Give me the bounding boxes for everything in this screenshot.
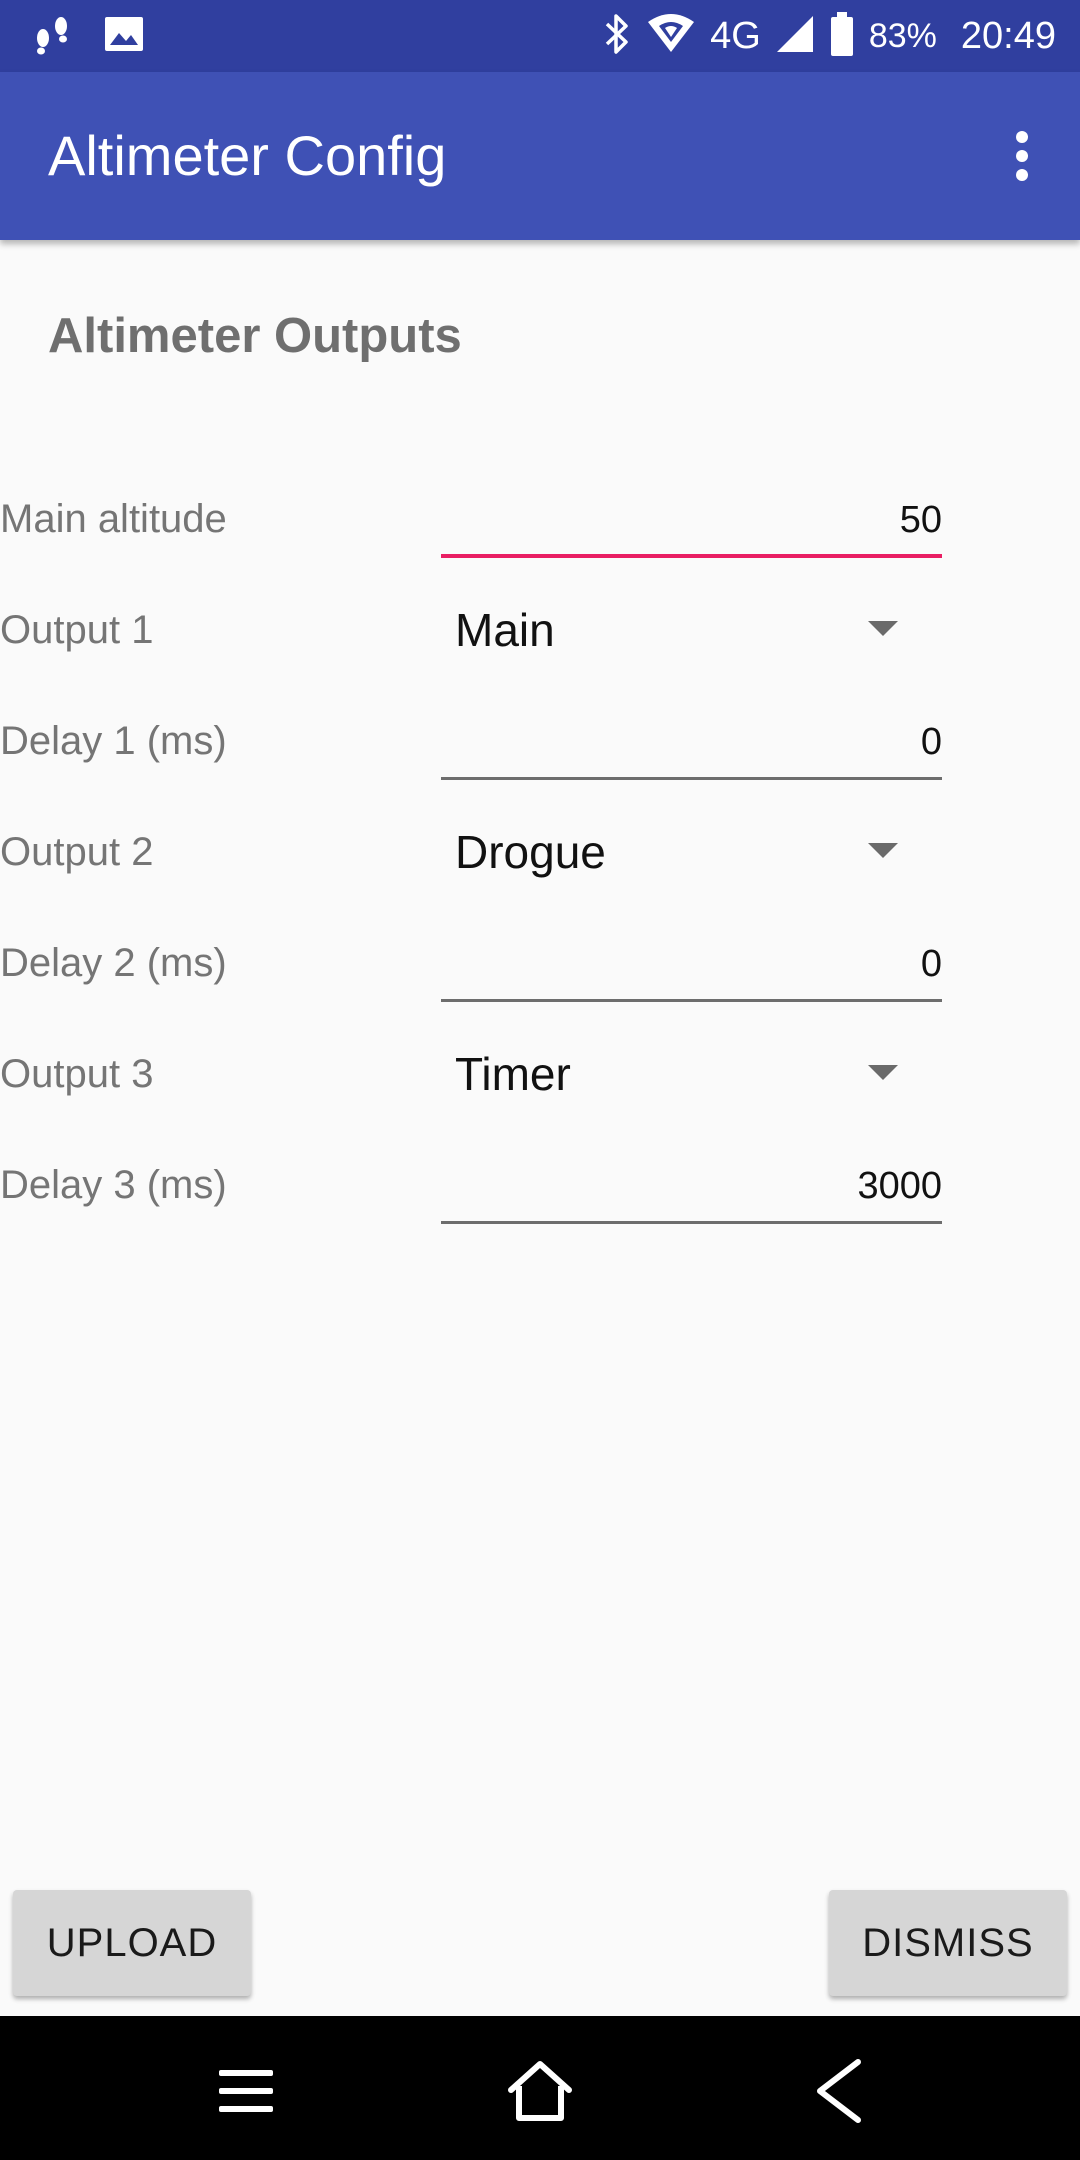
home-icon[interactable] xyxy=(505,2056,575,2126)
delay-1-label: Delay 1 (ms) xyxy=(0,719,227,763)
delay-1-input[interactable]: 0 xyxy=(441,704,942,780)
output-3-selected: Timer xyxy=(455,1048,571,1100)
delay-2-value: 0 xyxy=(920,943,942,985)
output-2-label: Output 2 xyxy=(0,830,154,874)
output-1-dropdown[interactable]: Main xyxy=(441,589,942,671)
output-2-dropdown[interactable]: Drogue xyxy=(441,811,942,893)
app-title: Altimeter Config xyxy=(48,124,447,187)
overflow-menu-icon xyxy=(1016,131,1028,181)
clock: 20:49 xyxy=(960,14,1056,57)
main-altitude-label: Main altitude xyxy=(0,497,227,541)
footsteps-icon xyxy=(30,12,74,61)
menu-icon[interactable] xyxy=(211,2056,281,2126)
image-icon xyxy=(102,12,146,61)
dismiss-button[interactable]: DISMISS xyxy=(829,1890,1067,1996)
network-type: 4G xyxy=(710,14,761,57)
bluetooth-icon xyxy=(602,12,632,61)
navigation-bar xyxy=(0,2016,1080,2160)
row-delay-2: Delay 2 (ms) 0 xyxy=(0,908,1080,1018)
dropdown-arrow-icon xyxy=(868,843,898,858)
output-3-dropdown[interactable]: Timer xyxy=(441,1033,942,1115)
delay-1-value: 0 xyxy=(920,721,942,763)
battery-percent: 83% xyxy=(868,16,937,55)
dropdown-arrow-icon xyxy=(868,1065,898,1080)
output-1-selected: Main xyxy=(455,604,555,656)
delay-2-label: Delay 2 (ms) xyxy=(0,941,227,985)
output-3-label: Output 3 xyxy=(0,1052,154,1096)
section-title: Altimeter Outputs xyxy=(48,309,462,363)
delay-3-label: Delay 3 (ms) xyxy=(0,1163,227,1207)
main-altitude-input[interactable]: 50 xyxy=(441,482,942,558)
row-output-2: Output 2 Drogue xyxy=(0,797,1080,907)
row-output-3: Output 3 Timer xyxy=(0,1019,1080,1129)
status-bar: 4G 83% 20:49 xyxy=(0,0,1080,72)
output-1-label: Output 1 xyxy=(0,608,154,652)
upload-button[interactable]: UPLOAD xyxy=(13,1890,251,1996)
back-icon[interactable] xyxy=(806,2056,876,2126)
row-delay-1: Delay 1 (ms) 0 xyxy=(0,686,1080,796)
delay-2-input[interactable]: 0 xyxy=(441,926,942,1002)
row-delay-3: Delay 3 (ms) 3000 xyxy=(0,1130,1080,1240)
row-output-1: Output 1 Main xyxy=(0,575,1080,685)
output-2-selected: Drogue xyxy=(455,826,606,878)
wifi-icon xyxy=(646,12,696,61)
row-main-altitude: Main altitude 50 xyxy=(0,464,1080,574)
overflow-menu-button[interactable] xyxy=(986,120,1058,192)
main-altitude-value: 50 xyxy=(899,499,942,541)
cell-signal-icon xyxy=(775,12,815,61)
delay-3-value: 3000 xyxy=(857,1165,942,1207)
dropdown-arrow-icon xyxy=(868,621,898,636)
delay-3-input[interactable]: 3000 xyxy=(441,1148,942,1224)
battery-icon xyxy=(829,10,855,63)
app-bar: Altimeter Config xyxy=(0,72,1080,240)
